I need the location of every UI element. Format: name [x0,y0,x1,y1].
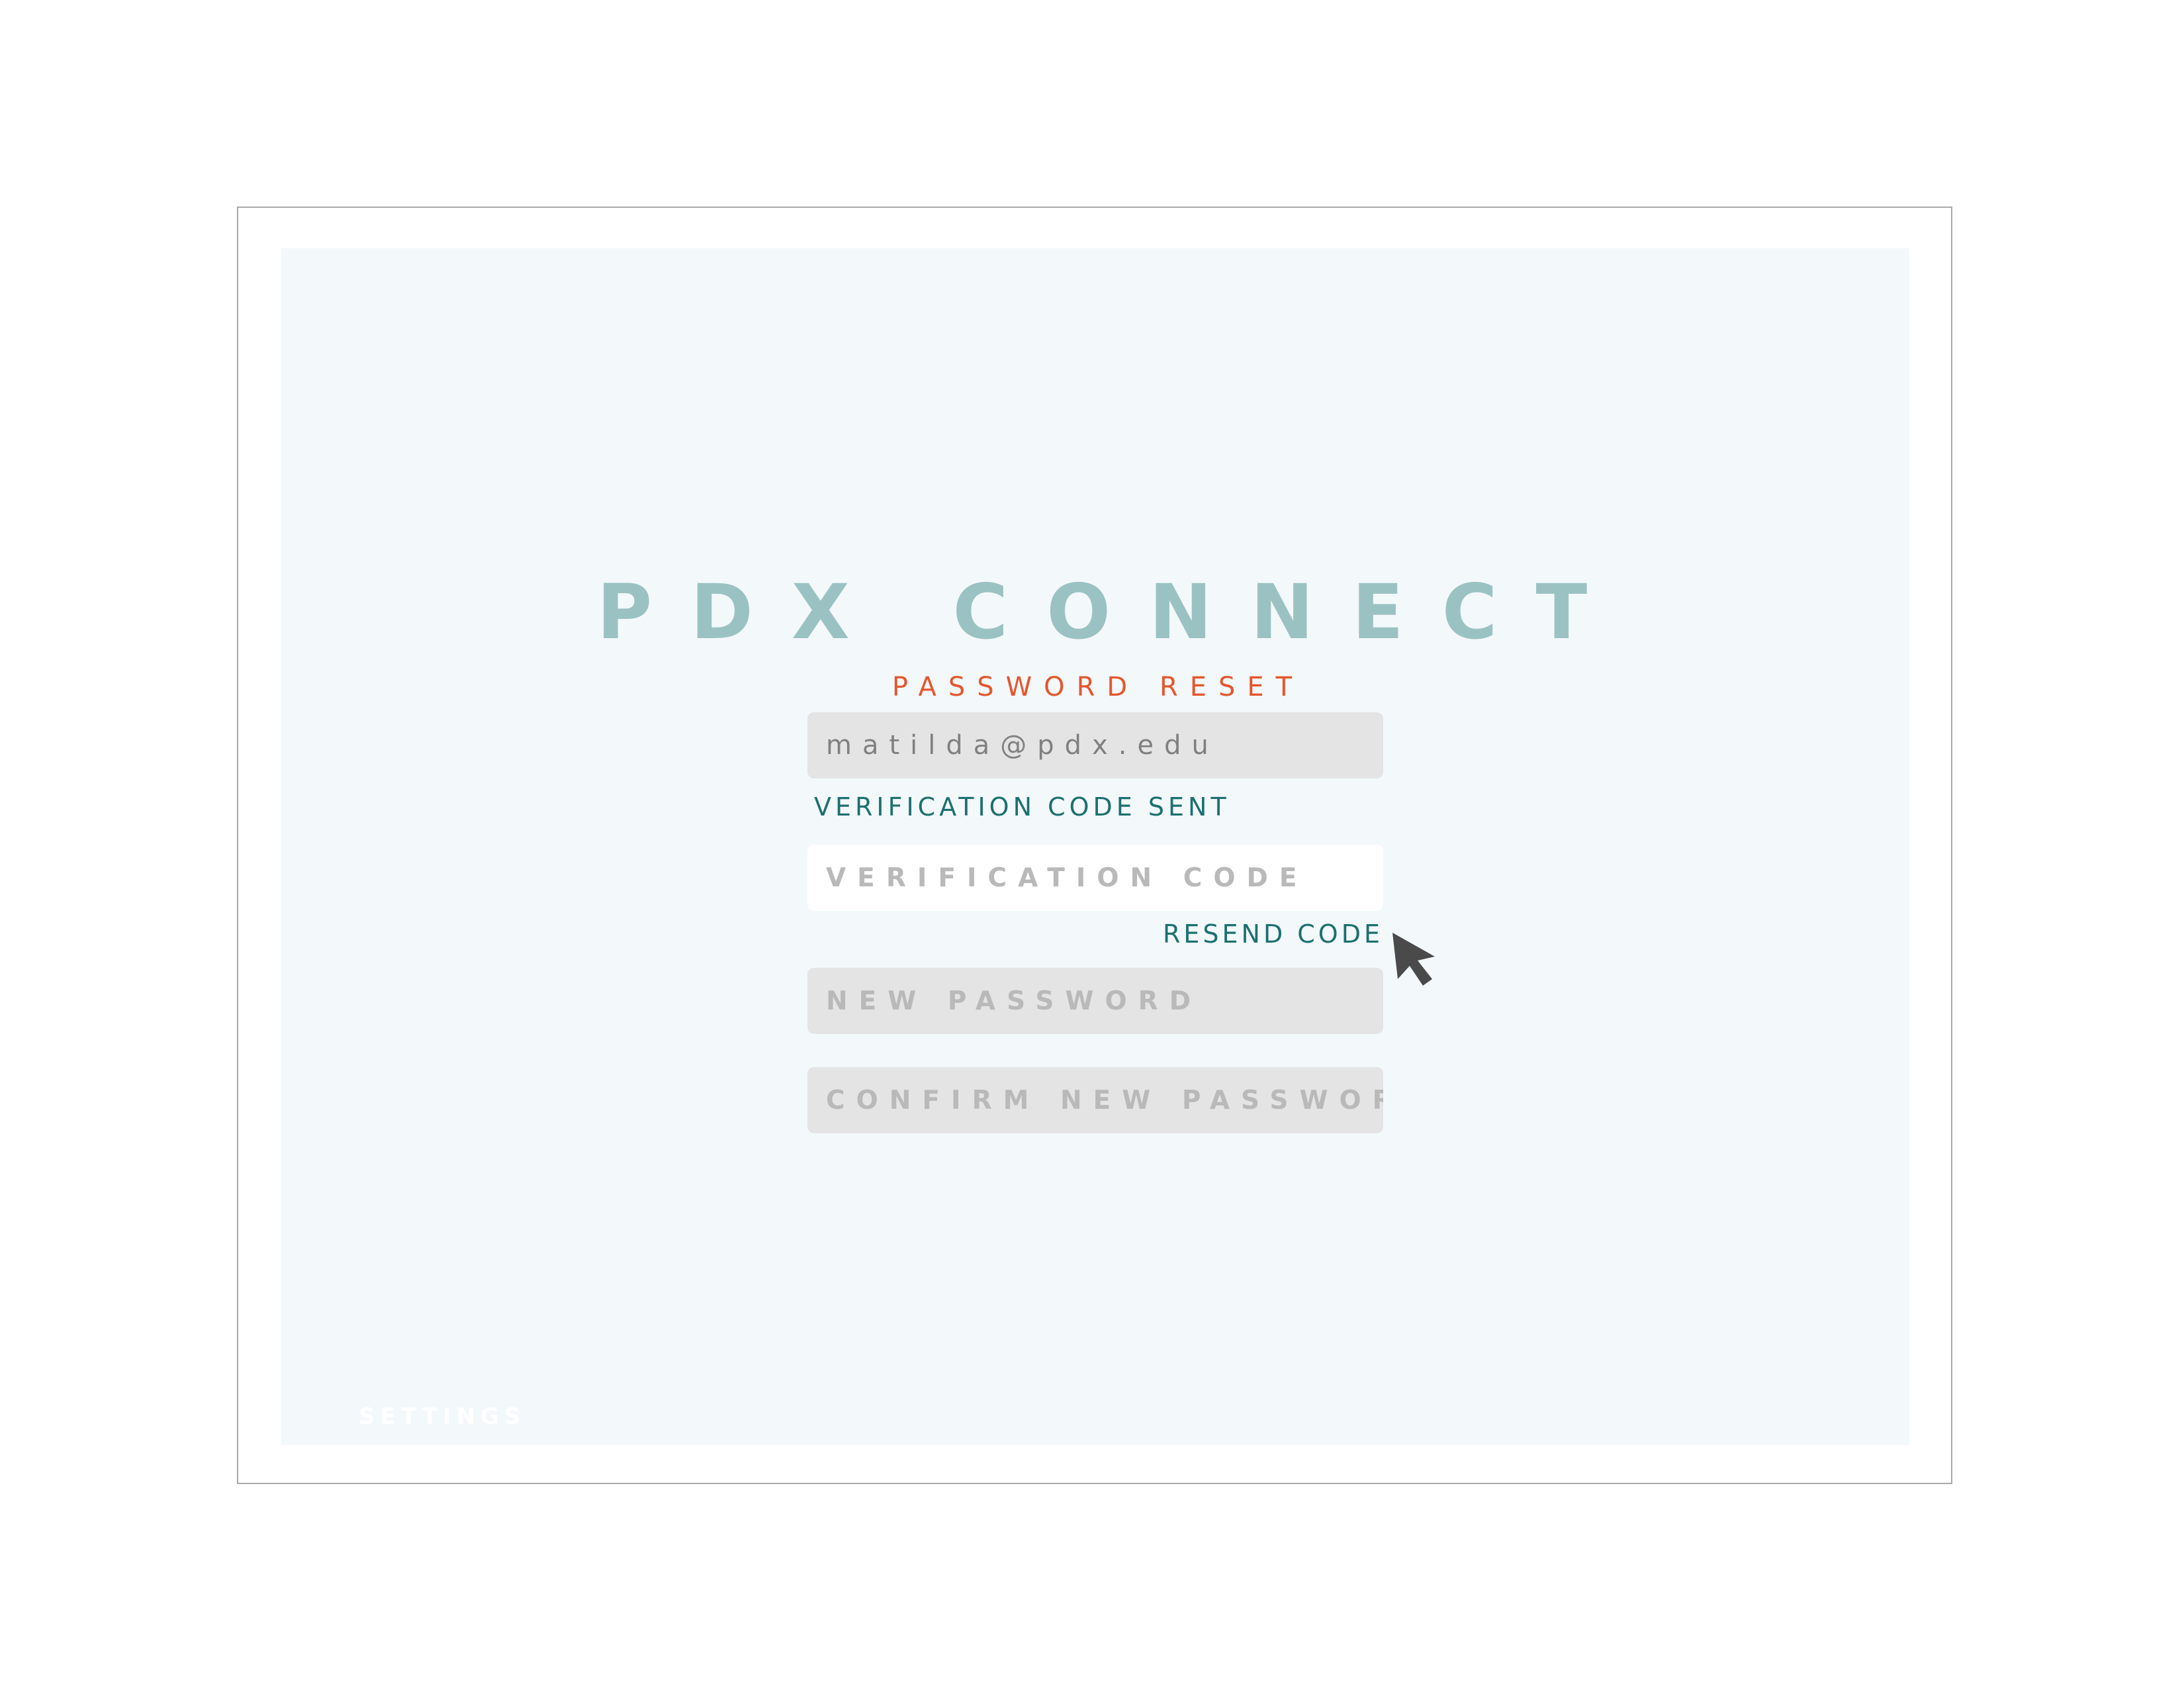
email-field[interactable]: matilda@pdx.edu [807,712,1383,778]
verification-status-message: VERIFICATION CODE SENT [814,792,1230,821]
new-password-placeholder: NEW PASSWORD [826,986,1203,1016]
settings-link[interactable]: SETTINGS [359,1402,525,1431]
confirm-password-input[interactable]: CONFIRM NEW PASSWORD [807,1067,1383,1133]
new-password-input[interactable]: NEW PASSWORD [807,968,1383,1034]
app-title: PDX CONNECT [596,568,1626,656]
page-subtitle: PASSWORD RESET [891,672,1304,702]
cursor-arrow-icon [1388,929,1441,988]
confirm-password-placeholder: CONFIRM NEW PASSWORD [826,1085,1383,1115]
verification-code-input[interactable]: VERIFICATION CODE [807,845,1383,911]
email-value: matilda@pdx.edu [826,730,1219,761]
resend-code-link[interactable]: RESEND CODE [1152,917,1383,951]
verification-code-placeholder: VERIFICATION CODE [826,863,1308,893]
